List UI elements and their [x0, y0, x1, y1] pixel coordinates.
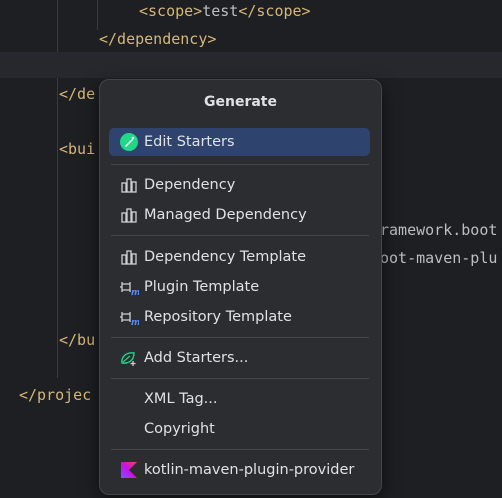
menu-separator	[111, 449, 369, 450]
menu-item-add-starters[interactable]: Add Starters...	[109, 344, 370, 372]
indent-guide	[97, 0, 98, 30]
menu-item-label: Repository Template	[144, 309, 292, 325]
spring-add-icon	[118, 349, 140, 367]
menu-separator	[111, 235, 369, 236]
menu-item-label: Dependency Template	[144, 249, 307, 265]
current-line-highlight	[0, 52, 502, 78]
menu-separator	[111, 164, 369, 165]
code-line-scope: <scope>test</scope>	[139, 2, 311, 20]
menu-item-kotlin-maven-plugin-provider[interactable]: kotlin-maven-plugin-provider	[109, 456, 370, 484]
menu-item-copyright[interactable]: Copyright	[109, 415, 370, 443]
menu-item-managed-dependency[interactable]: Managed Dependency	[109, 201, 370, 229]
menu-item-label: Add Starters...	[144, 350, 249, 366]
menu-item-xml-tag[interactable]: XML Tag...	[109, 385, 370, 413]
spring-edit-icon	[118, 132, 140, 152]
menu-item-repository-template[interactable]: m Repository Template	[109, 303, 370, 331]
menu-item-label: Edit Starters	[144, 134, 235, 150]
menu-item-label: kotlin-maven-plugin-provider	[144, 462, 355, 478]
maven-plugin-icon: m	[118, 308, 140, 326]
popup-title: Generate	[204, 94, 277, 110]
menu-item-label: Plugin Template	[144, 279, 260, 295]
code-line-dependencies-close: </de	[59, 85, 96, 103]
menu-item-dependency[interactable]: Dependency	[109, 171, 370, 199]
maven-dependency-icon	[118, 206, 140, 224]
menu-separator	[111, 337, 369, 338]
menu-item-label: Copyright	[144, 421, 215, 437]
menu-item-edit-starters[interactable]: Edit Starters	[109, 128, 370, 156]
maven-dependency-icon	[118, 248, 140, 266]
code-line-project-close: </projec	[19, 386, 92, 404]
generate-popup: Generate Edit Starters Dependency Manage…	[99, 79, 382, 495]
code-line-artifactid: oot-maven-plu	[380, 249, 498, 267]
kotlin-icon	[118, 461, 140, 479]
maven-dependency-icon	[118, 176, 140, 194]
code-line-build-open: <bui	[59, 140, 96, 158]
code-line-dependency-close: </dependency>	[99, 30, 217, 48]
menu-item-label: XML Tag...	[144, 391, 218, 407]
menu-item-label: Managed Dependency	[144, 207, 307, 223]
code-line-build-close: </bu	[59, 331, 96, 349]
maven-plugin-icon: m	[118, 278, 140, 296]
svg-text:m: m	[131, 318, 139, 326]
menu-separator	[111, 378, 369, 379]
menu-item-plugin-template[interactable]: m Plugin Template	[109, 273, 370, 301]
code-line-groupid: ramework.boot	[380, 221, 498, 239]
svg-text:m: m	[131, 288, 139, 296]
menu-item-dependency-template[interactable]: Dependency Template	[109, 243, 370, 271]
menu-item-label: Dependency	[144, 177, 236, 193]
